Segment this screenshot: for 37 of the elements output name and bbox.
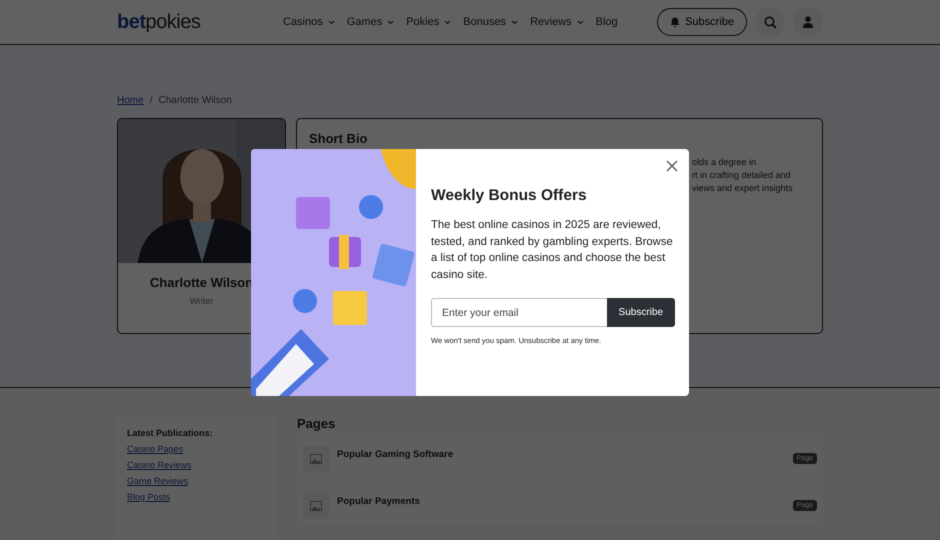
nav-link[interactable]: Pokies <box>406 16 452 28</box>
bell-icon <box>670 16 680 28</box>
close-icon[interactable] <box>665 159 679 173</box>
pages-heading: Pages <box>297 416 336 431</box>
subscribe-button[interactable]: Subscribe <box>657 8 747 36</box>
author-name: Charlotte Wilson <box>148 275 254 290</box>
page-title: Popular Gaming Software <box>337 449 454 460</box>
dialog-text: The best online casinos in 2025 are reviewed, tested, and ranked by gambling experts. Browse a list of top online casinos and choose the best casino site. <box>431 218 674 282</box>
subscribe-button[interactable]: Subscribe <box>606 298 675 327</box>
breadcrumb-link[interactable]: Home <box>117 95 144 106</box>
bio-heading: Short Bio <box>309 131 368 146</box>
author-role: Writer <box>188 296 214 306</box>
page-title: Popular Payments <box>337 496 421 507</box>
breadcrumb-current: Charlotte Wilson <box>158 95 232 106</box>
bio-text: views and expert insights <box>692 182 793 195</box>
search-button[interactable] <box>755 7 785 37</box>
bio-text: rt in crafting detailed and <box>692 169 791 182</box>
publication-link[interactable]: Game Reviews <box>127 476 267 486</box>
nav-link[interactable]: Reviews <box>530 16 584 28</box>
breadcrumb-separator: / <box>150 95 152 106</box>
nav-link[interactable]: Blog <box>596 16 618 28</box>
bio-text: olds a degree in <box>692 156 756 169</box>
email-field[interactable]: Enter your email <box>431 298 607 327</box>
publication-link[interactable]: Casino Pages <box>127 444 267 454</box>
search-icon <box>764 16 776 28</box>
dialog-title: Weekly Bonus Offers <box>431 187 588 205</box>
publication-link[interactable]: Blog Posts <box>127 492 267 502</box>
site-logo[interactable]: betpokies <box>117 10 283 34</box>
nav-link[interactable]: Casinos <box>283 16 335 28</box>
nav-link[interactable]: Games <box>346 16 394 28</box>
image-placeholder-icon <box>303 492 329 518</box>
image-placeholder-icon <box>303 446 329 472</box>
publications-heading: Latest Publications: <box>127 428 214 438</box>
account-button[interactable] <box>793 7 823 37</box>
publication-link[interactable]: Casino Reviews <box>127 460 267 470</box>
user-icon <box>802 16 814 28</box>
nav-link[interactable]: Bonuses <box>463 16 518 28</box>
